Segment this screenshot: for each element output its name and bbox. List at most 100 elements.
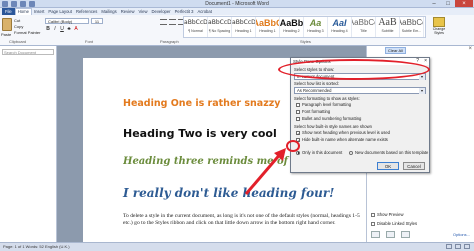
status-text: Page: 1 of 1 Words: 52 English (U.K.) xyxy=(3,244,70,249)
font-group-label: Font xyxy=(85,39,94,44)
copy-button[interactable]: Copy xyxy=(14,24,23,29)
bold-icon[interactable]: B xyxy=(45,26,51,32)
style-name: ¶ Normal xyxy=(188,29,203,33)
view-buttons xyxy=(446,243,470,249)
style-inspector-icon[interactable] xyxy=(386,231,395,238)
options-link[interactable]: Options... xyxy=(453,232,470,237)
show-preview-label: Show Preview xyxy=(377,212,404,217)
radio-label: Only in this document xyxy=(302,150,343,155)
format-painter-button[interactable]: Format Painter xyxy=(14,30,40,35)
style-no-spacing[interactable]: AaBbCcDc ¶ No Spacing xyxy=(208,17,232,37)
tab-perfectit[interactable]: Perfectit 3 xyxy=(173,9,196,14)
styles-gallery: AaBbCcDc¶ Normal AaBbCcDc¶ No Spacing Aa… xyxy=(183,16,426,38)
maximize-icon[interactable]: □ xyxy=(441,0,455,7)
chevron-down-icon[interactable]: ▾ xyxy=(419,88,425,94)
sort-value: As Recommended xyxy=(297,88,332,93)
style-heading-3[interactable]: Aa Heading 3 xyxy=(304,17,328,37)
cut-button[interactable]: Cut xyxy=(14,18,20,23)
tab-acrobat[interactable]: Acrobat xyxy=(195,9,213,14)
sort-dropdown[interactable]: As Recommended ▾ xyxy=(294,87,426,94)
bullet-numbering-checkbox[interactable]: Bullet and numbering formatting xyxy=(296,116,361,121)
font-formatting-checkbox[interactable]: Font formatting xyxy=(296,109,330,114)
style-name: Heading 2 xyxy=(283,29,300,33)
paste-icon[interactable] xyxy=(2,18,12,31)
style-heading-2[interactable]: AaBb Heading 2 xyxy=(280,17,304,37)
clipboard-group: Paste Cut Copy Format Painter Clipboard xyxy=(1,16,43,45)
tab-references[interactable]: References xyxy=(74,9,99,14)
show-preview-checkbox[interactable]: Show Preview xyxy=(371,212,404,217)
numbering-icon[interactable] xyxy=(169,19,176,25)
tab-file[interactable]: File xyxy=(2,8,15,15)
change-styles-label: Change Styles xyxy=(432,27,446,35)
font-family-select[interactable]: Calibri (Body) xyxy=(45,18,89,24)
body-paragraph: To delete a style in the current documen… xyxy=(123,213,360,226)
tab-mailings[interactable]: Mailings xyxy=(99,9,118,14)
nav-search-input[interactable]: Search Document xyxy=(2,49,54,55)
hide-builtin-name-checkbox[interactable]: ✓ Hide built-in name when alternate name … xyxy=(296,137,388,142)
format-buttons: B I U a A xyxy=(45,26,79,32)
paste-button[interactable]: Paste xyxy=(1,32,11,37)
cancel-button[interactable]: Cancel xyxy=(403,162,425,170)
font-size-select[interactable]: 11 xyxy=(91,18,103,24)
tab-insert[interactable]: Insert xyxy=(32,9,46,14)
paragraph-level-checkbox[interactable]: Paragraph level formatting xyxy=(296,102,351,107)
style-name: Heading 1 xyxy=(259,29,276,33)
full-screen-icon[interactable] xyxy=(455,244,461,249)
style-normal[interactable]: AaBbCcDc ¶ Normal xyxy=(184,17,208,37)
style-title[interactable]: AaBbCc Title xyxy=(352,17,376,37)
heading-two: Heading Two is very cool xyxy=(123,127,277,140)
underline-icon[interactable]: U xyxy=(59,26,65,32)
style-sample: AaBb xyxy=(280,18,304,28)
new-documents-radio[interactable]: New documents based on this template xyxy=(349,150,428,155)
style-sample: AaBbCc xyxy=(400,18,423,27)
new-style-icon[interactable] xyxy=(371,231,380,238)
strikethrough-icon[interactable]: a xyxy=(66,26,72,32)
show-next-heading-checkbox[interactable]: ✓ Show next heading when previous level i… xyxy=(296,130,390,135)
disable-linked-styles-checkbox[interactable]: Disable Linked Styles xyxy=(371,221,417,226)
web-layout-icon[interactable] xyxy=(464,244,470,249)
close-icon[interactable]: × xyxy=(455,0,473,7)
heading-four: I really don't like heading four! xyxy=(123,186,335,200)
tab-home[interactable]: Home xyxy=(14,8,32,15)
tab-review[interactable]: Review xyxy=(119,9,137,14)
tab-developer[interactable]: Developer xyxy=(149,9,172,14)
style-heading-4[interactable]: AaI Heading 4 xyxy=(328,17,352,37)
clear-all-item[interactable]: Clear All xyxy=(385,47,406,54)
heading-one: Heading One is rather snazzy xyxy=(123,98,281,109)
font-color-icon[interactable]: A xyxy=(73,26,79,32)
checkbox-box[interactable] xyxy=(371,212,375,217)
tab-view[interactable]: View xyxy=(136,9,149,14)
style-sample: AaB xyxy=(378,17,397,28)
radio-dot[interactable] xyxy=(349,150,353,155)
window-controls: – □ × xyxy=(427,0,473,7)
italic-icon[interactable]: I xyxy=(52,26,58,32)
manage-styles-icon[interactable] xyxy=(401,231,410,238)
checkbox-box[interactable] xyxy=(296,109,300,114)
style-subtle-emphasis[interactable]: AaBbCc Subtle Em... xyxy=(400,17,424,37)
bullets-icon[interactable] xyxy=(160,19,167,25)
style-sample: AaBbC xyxy=(256,18,279,28)
status-bar: Page: 1 of 1 Words: 52 English (U.K.) xyxy=(0,242,474,251)
checkbox-box[interactable] xyxy=(371,221,375,226)
checkbox-box[interactable] xyxy=(296,116,300,121)
close-icon[interactable]: × xyxy=(424,58,427,65)
checkbox-label: Show next heading when previous level is… xyxy=(302,130,390,135)
style-name: Heading 1 xyxy=(235,29,252,33)
checkbox-box[interactable]: ✓ xyxy=(296,130,300,135)
checkbox-box[interactable] xyxy=(296,102,300,107)
close-icon[interactable]: × xyxy=(468,46,472,52)
minimize-icon[interactable]: – xyxy=(427,0,441,7)
tab-page-layout[interactable]: Page Layout xyxy=(46,9,74,14)
style-subtitle[interactable]: AaB Subtitle xyxy=(376,17,400,37)
chevron-down-icon[interactable]: ▾ xyxy=(419,74,425,80)
radio-label: New documents based on this template xyxy=(355,150,429,155)
change-styles-button[interactable]: Change Styles xyxy=(428,17,450,43)
ok-button[interactable]: OK xyxy=(377,162,399,170)
style-heading-1[interactable]: AaBbCHeading 1 xyxy=(256,17,280,37)
style-name: ¶ No Spacing xyxy=(208,29,231,33)
only-this-document-radio[interactable]: Only in this document xyxy=(296,150,342,155)
sort-label: Select how list is sorted: xyxy=(294,81,339,86)
checkbox-label: Hide built-in name when alternate name e… xyxy=(302,137,388,142)
print-layout-icon[interactable] xyxy=(446,244,452,249)
style-heading-1-a[interactable]: AaBbCcDc Heading 1 xyxy=(232,17,256,37)
